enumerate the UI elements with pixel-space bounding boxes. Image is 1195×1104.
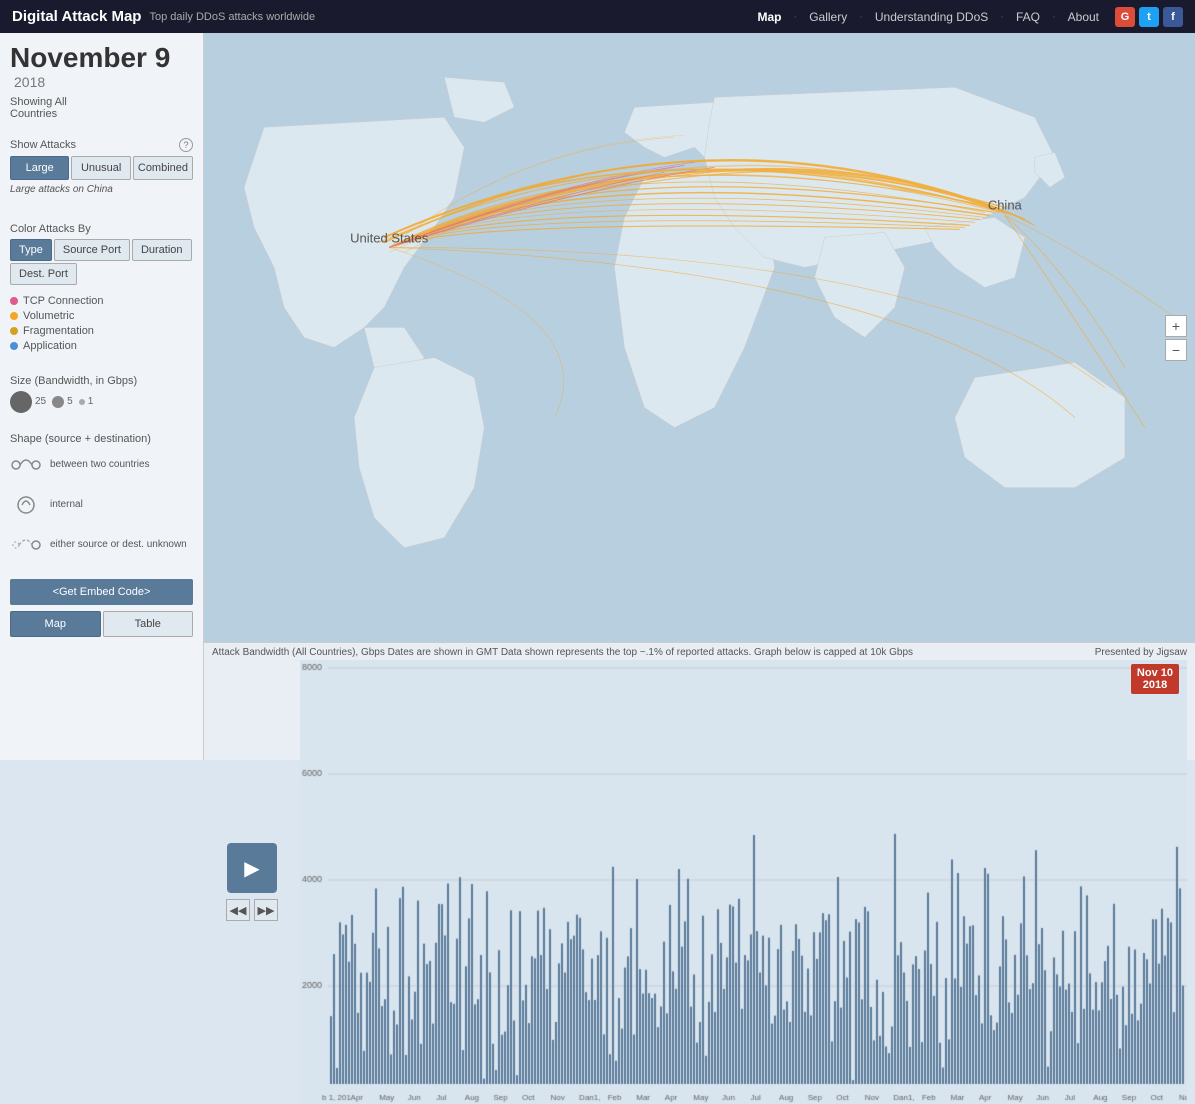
color-attacks-label: Color Attacks By xyxy=(10,223,193,235)
bottom-info-text: Attack Bandwidth (All Countries), Gbps D… xyxy=(212,647,1187,658)
showing-all: Showing All xyxy=(10,96,193,108)
legend-application: Application xyxy=(10,340,193,352)
tcp-dot xyxy=(10,297,18,305)
map-view-button[interactable]: Map xyxy=(10,611,101,637)
color-source-port-button[interactable]: Source Port xyxy=(54,239,130,261)
legend-volumetric: Volumetric xyxy=(10,310,193,322)
attack-status-text: Large attacks on China xyxy=(10,184,193,195)
shape-between-countries: between two countries xyxy=(10,449,193,481)
shape-label: Shape (source + destination) xyxy=(10,433,193,445)
main-nav: Map · Gallery · Understanding DDoS · FAQ… xyxy=(750,10,1107,24)
map-area: United States China + − Attack Bandwidth… xyxy=(204,33,1195,760)
zoom-in-button[interactable]: + xyxy=(1165,315,1187,337)
bubble-5: 5 xyxy=(52,396,73,408)
china-label: China xyxy=(988,197,1023,212)
bottom-content: ▶ ◀◀ ▶▶ Nov 10 2018 xyxy=(212,660,1187,1104)
bubble-1: 1 xyxy=(79,396,94,407)
twitter-icon[interactable]: t xyxy=(1139,7,1159,27)
color-dest-port-button[interactable]: Dest. Port xyxy=(10,263,77,285)
skip-back-button[interactable]: ◀◀ xyxy=(226,899,250,921)
between-countries-icon xyxy=(10,449,42,481)
timeline-chart[interactable]: Nov 10 2018 xyxy=(300,660,1187,1104)
size-bubbles: 25 5 1 xyxy=(10,391,193,413)
nav-understanding-ddos[interactable]: Understanding DDoS xyxy=(867,10,996,24)
combined-attack-button[interactable]: Combined xyxy=(133,156,193,180)
main-layout: November 9 2018 Showing All Countries Sh… xyxy=(0,33,1195,760)
shape-section: Shape (source + destination) between two… xyxy=(10,423,193,569)
size-label: Size (Bandwidth, in Gbps) xyxy=(10,375,193,387)
us-label: United States xyxy=(350,230,429,245)
color-duration-button[interactable]: Duration xyxy=(132,239,192,261)
attack-legend: TCP Connection Volumetric Fragmentation … xyxy=(10,295,193,355)
nav-about[interactable]: About xyxy=(1060,10,1107,24)
embed-code-button[interactable]: <Get Embed Code> xyxy=(10,579,193,605)
sidebar: November 9 2018 Showing All Countries Sh… xyxy=(0,33,204,760)
social-icons: G t f xyxy=(1115,7,1183,27)
date-section: November 9 2018 Showing All Countries xyxy=(10,43,193,120)
app-subtitle: Top daily DDoS attacks worldwide xyxy=(149,11,315,23)
legend-tcp: TCP Connection xyxy=(10,295,193,307)
current-date-label: Nov 10 2018 xyxy=(1131,664,1179,694)
size-section: Size (Bandwidth, in Gbps) 25 5 1 xyxy=(10,365,193,413)
legend-fragmentation: Fragmentation xyxy=(10,325,193,337)
header: Digital Attack Map Top daily DDoS attack… xyxy=(0,0,1195,33)
color-type-button[interactable]: Type xyxy=(10,239,52,261)
map-table-buttons: Map Table xyxy=(10,611,193,637)
showing-countries: Countries xyxy=(10,108,193,120)
playback-controls: ▶ ◀◀ ▶▶ xyxy=(212,660,292,1104)
app-title: Digital Attack Map xyxy=(12,8,141,25)
attack-type-buttons: Large Unusual Combined xyxy=(10,156,193,180)
volumetric-dot xyxy=(10,312,18,320)
large-attack-button[interactable]: Large xyxy=(10,156,69,180)
bubble-large xyxy=(10,391,32,413)
world-map[interactable]: United States China + − xyxy=(204,33,1195,642)
skip-buttons: ◀◀ ▶▶ xyxy=(226,899,278,921)
color-attacks-section: Color Attacks By Type Source Port Durati… xyxy=(10,213,193,285)
bubble-small xyxy=(79,399,85,405)
color-by-buttons: Type Source Port Duration Dest. Port xyxy=(10,239,193,285)
unknown-icon xyxy=(10,529,42,561)
zoom-controls: + − xyxy=(1165,315,1187,361)
date-day: November 9 xyxy=(10,42,170,73)
bubble-medium xyxy=(52,396,64,408)
skip-forward-button[interactable]: ▶▶ xyxy=(254,899,278,921)
nav-faq[interactable]: FAQ xyxy=(1008,10,1048,24)
attack-bandwidth-label: Attack Bandwidth (All Countries), Gbps D… xyxy=(212,647,913,658)
nav-gallery[interactable]: Gallery xyxy=(801,10,855,24)
zoom-out-button[interactable]: − xyxy=(1165,339,1187,361)
google-plus-icon[interactable]: G xyxy=(1115,7,1135,27)
play-button[interactable]: ▶ xyxy=(227,843,277,893)
help-icon[interactable]: ? xyxy=(179,138,193,152)
shape-internal: internal xyxy=(10,489,193,521)
table-view-button[interactable]: Table xyxy=(103,611,194,637)
bubble-25: 25 xyxy=(10,391,46,413)
facebook-icon[interactable]: f xyxy=(1163,7,1183,27)
application-dot xyxy=(10,342,18,350)
fragmentation-dot xyxy=(10,327,18,335)
bottom-panel: Attack Bandwidth (All Countries), Gbps D… xyxy=(204,642,1195,760)
unusual-attack-button[interactable]: Unusual xyxy=(71,156,130,180)
shape-unknown: either source or dest. unknown xyxy=(10,529,193,561)
internal-icon xyxy=(10,489,42,521)
date-year: 2018 xyxy=(14,74,45,90)
show-attacks-label: Show Attacks ? xyxy=(10,138,193,152)
nav-map[interactable]: Map xyxy=(750,10,790,24)
jigsaw-label: Presented by Jigsaw xyxy=(1095,647,1187,658)
